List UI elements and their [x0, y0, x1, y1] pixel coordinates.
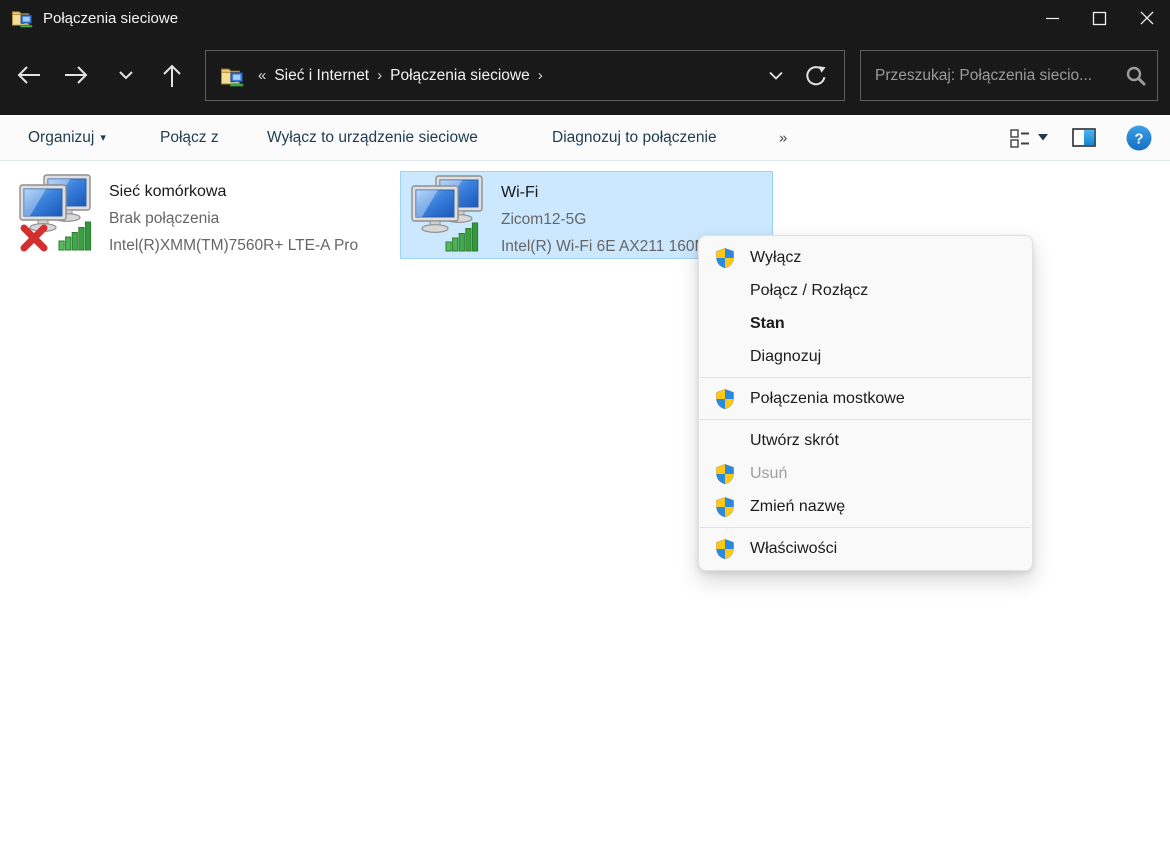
view-list-icon: [1010, 128, 1030, 148]
menu-item-label: Usuń: [750, 465, 787, 483]
organize-caret-icon: ▾: [100, 132, 106, 144]
menu-item-rename[interactable]: Zmień nazwę: [699, 490, 1032, 523]
organize-button[interactable]: Organizuj ▾: [28, 129, 106, 147]
menu-item-diagnose[interactable]: Diagnozuj: [699, 340, 1032, 373]
organize-label: Organizuj: [28, 129, 94, 146]
svg-text:?: ?: [1134, 130, 1143, 147]
search-box[interactable]: [860, 50, 1158, 101]
network-connections-window: Połączenia sieciowe: [0, 0, 1170, 843]
minimize-button[interactable]: [1029, 0, 1076, 36]
recent-locations-chevron[interactable]: [104, 53, 148, 97]
view-caret-icon: [1038, 134, 1048, 141]
uac-shield-icon: [713, 247, 737, 269]
navigation-bar: « Sieć i Internet › Połączenia sieciowe …: [0, 36, 1170, 115]
menu-item-label: Zmień nazwę: [750, 498, 845, 516]
up-button[interactable]: [150, 53, 194, 97]
breadcrumb-separator-icon[interactable]: ›: [538, 67, 543, 84]
menu-item-label: Właściwości: [750, 540, 837, 558]
address-bar[interactable]: « Sieć i Internet › Połączenia sieciowe …: [205, 50, 845, 101]
preview-pane-icon[interactable]: [1072, 128, 1096, 147]
menu-item-label: Wyłącz: [750, 249, 801, 267]
wifi-connected-icon: [408, 174, 492, 258]
breadcrumb-overflow-chevron[interactable]: «: [258, 67, 266, 84]
menu-item-properties[interactable]: Właściwości: [699, 532, 1032, 565]
window-controls: [1029, 0, 1170, 36]
diagnose-connection-button[interactable]: Diagnozuj to połączenie: [552, 129, 717, 147]
breadcrumb-item-siec-i-internet[interactable]: Sieć i Internet: [274, 67, 369, 85]
back-button[interactable]: [6, 53, 50, 97]
connection-item-cellular[interactable]: Sieć komórkowa Brak połączenia Intel(R)X…: [12, 171, 390, 259]
toolbar-overflow-chevron[interactable]: »: [779, 129, 787, 146]
menu-item-label: Połączenia mostkowe: [750, 390, 905, 408]
toolbar-right-icons: ?: [1010, 115, 1170, 160]
forward-button[interactable]: [55, 53, 99, 97]
menu-separator: [700, 419, 1031, 420]
connection-text-block: Wi-Fi Zicom12-5G Intel(R) Wi-Fi 6E AX211…: [501, 172, 726, 258]
connect-to-button[interactable]: Połącz z: [160, 129, 219, 147]
menu-separator: [700, 527, 1031, 528]
menu-item-status[interactable]: Stan: [699, 307, 1032, 340]
connection-status: Zicom12-5G: [501, 206, 726, 233]
cellular-disconnected-icon: [16, 173, 100, 257]
menu-item-label: Utwórz skrót: [750, 432, 839, 450]
connection-text-block: Sieć komórkowa Brak połączenia Intel(R)X…: [109, 171, 358, 259]
network-folder-icon: [11, 8, 33, 28]
uac-shield-icon: [713, 496, 737, 518]
context-menu: Wyłącz Połącz / Rozłącz Stan Diagnozuj P…: [698, 235, 1033, 571]
connection-device: Intel(R)XMM(TM)7560R+ LTE-A Pro: [109, 232, 358, 259]
menu-item-label: Połącz / Rozłącz: [750, 282, 868, 300]
search-input[interactable]: [875, 67, 1119, 85]
help-icon[interactable]: ?: [1126, 125, 1152, 151]
close-button[interactable]: [1123, 0, 1170, 36]
change-view-button[interactable]: [1010, 128, 1048, 148]
disable-device-button[interactable]: Wyłącz to urządzenie sieciowe: [267, 129, 478, 147]
connection-device: Intel(R) Wi-Fi 6E AX211 160MHz: [501, 233, 726, 260]
title-bar: Połączenia sieciowe: [0, 0, 1170, 36]
refresh-icon[interactable]: [796, 54, 836, 98]
menu-item-disable[interactable]: Wyłącz: [699, 241, 1032, 274]
uac-shield-icon: [713, 388, 737, 410]
connection-status: Brak połączenia: [109, 205, 358, 232]
connection-name: Sieć komórkowa: [109, 178, 358, 205]
menu-item-label: Stan: [750, 315, 785, 333]
connection-name: Wi-Fi: [501, 179, 726, 206]
uac-shield-icon: [713, 463, 737, 485]
window-title: Połączenia sieciowe: [43, 10, 178, 27]
menu-item-bridge-connections[interactable]: Połączenia mostkowe: [699, 382, 1032, 415]
menu-item-delete: Usuń: [699, 457, 1032, 490]
menu-separator: [700, 377, 1031, 378]
address-dropdown-chevron[interactable]: [756, 54, 796, 98]
search-icon[interactable]: [1125, 65, 1147, 87]
command-toolbar: Organizuj ▾ Połącz z Wyłącz to urządzenie…: [0, 115, 1170, 161]
breadcrumb-item-polaczenia-sieciowe[interactable]: Połączenia sieciowe: [390, 67, 530, 85]
maximize-button[interactable]: [1076, 0, 1123, 36]
menu-item-create-shortcut[interactable]: Utwórz skrót: [699, 424, 1032, 457]
uac-shield-icon: [713, 538, 737, 560]
menu-item-label: Diagnozuj: [750, 348, 821, 366]
breadcrumb-separator-icon[interactable]: ›: [377, 67, 382, 84]
menu-item-connect-disconnect[interactable]: Połącz / Rozłącz: [699, 274, 1032, 307]
breadcrumb-folder-icon: [220, 65, 244, 87]
